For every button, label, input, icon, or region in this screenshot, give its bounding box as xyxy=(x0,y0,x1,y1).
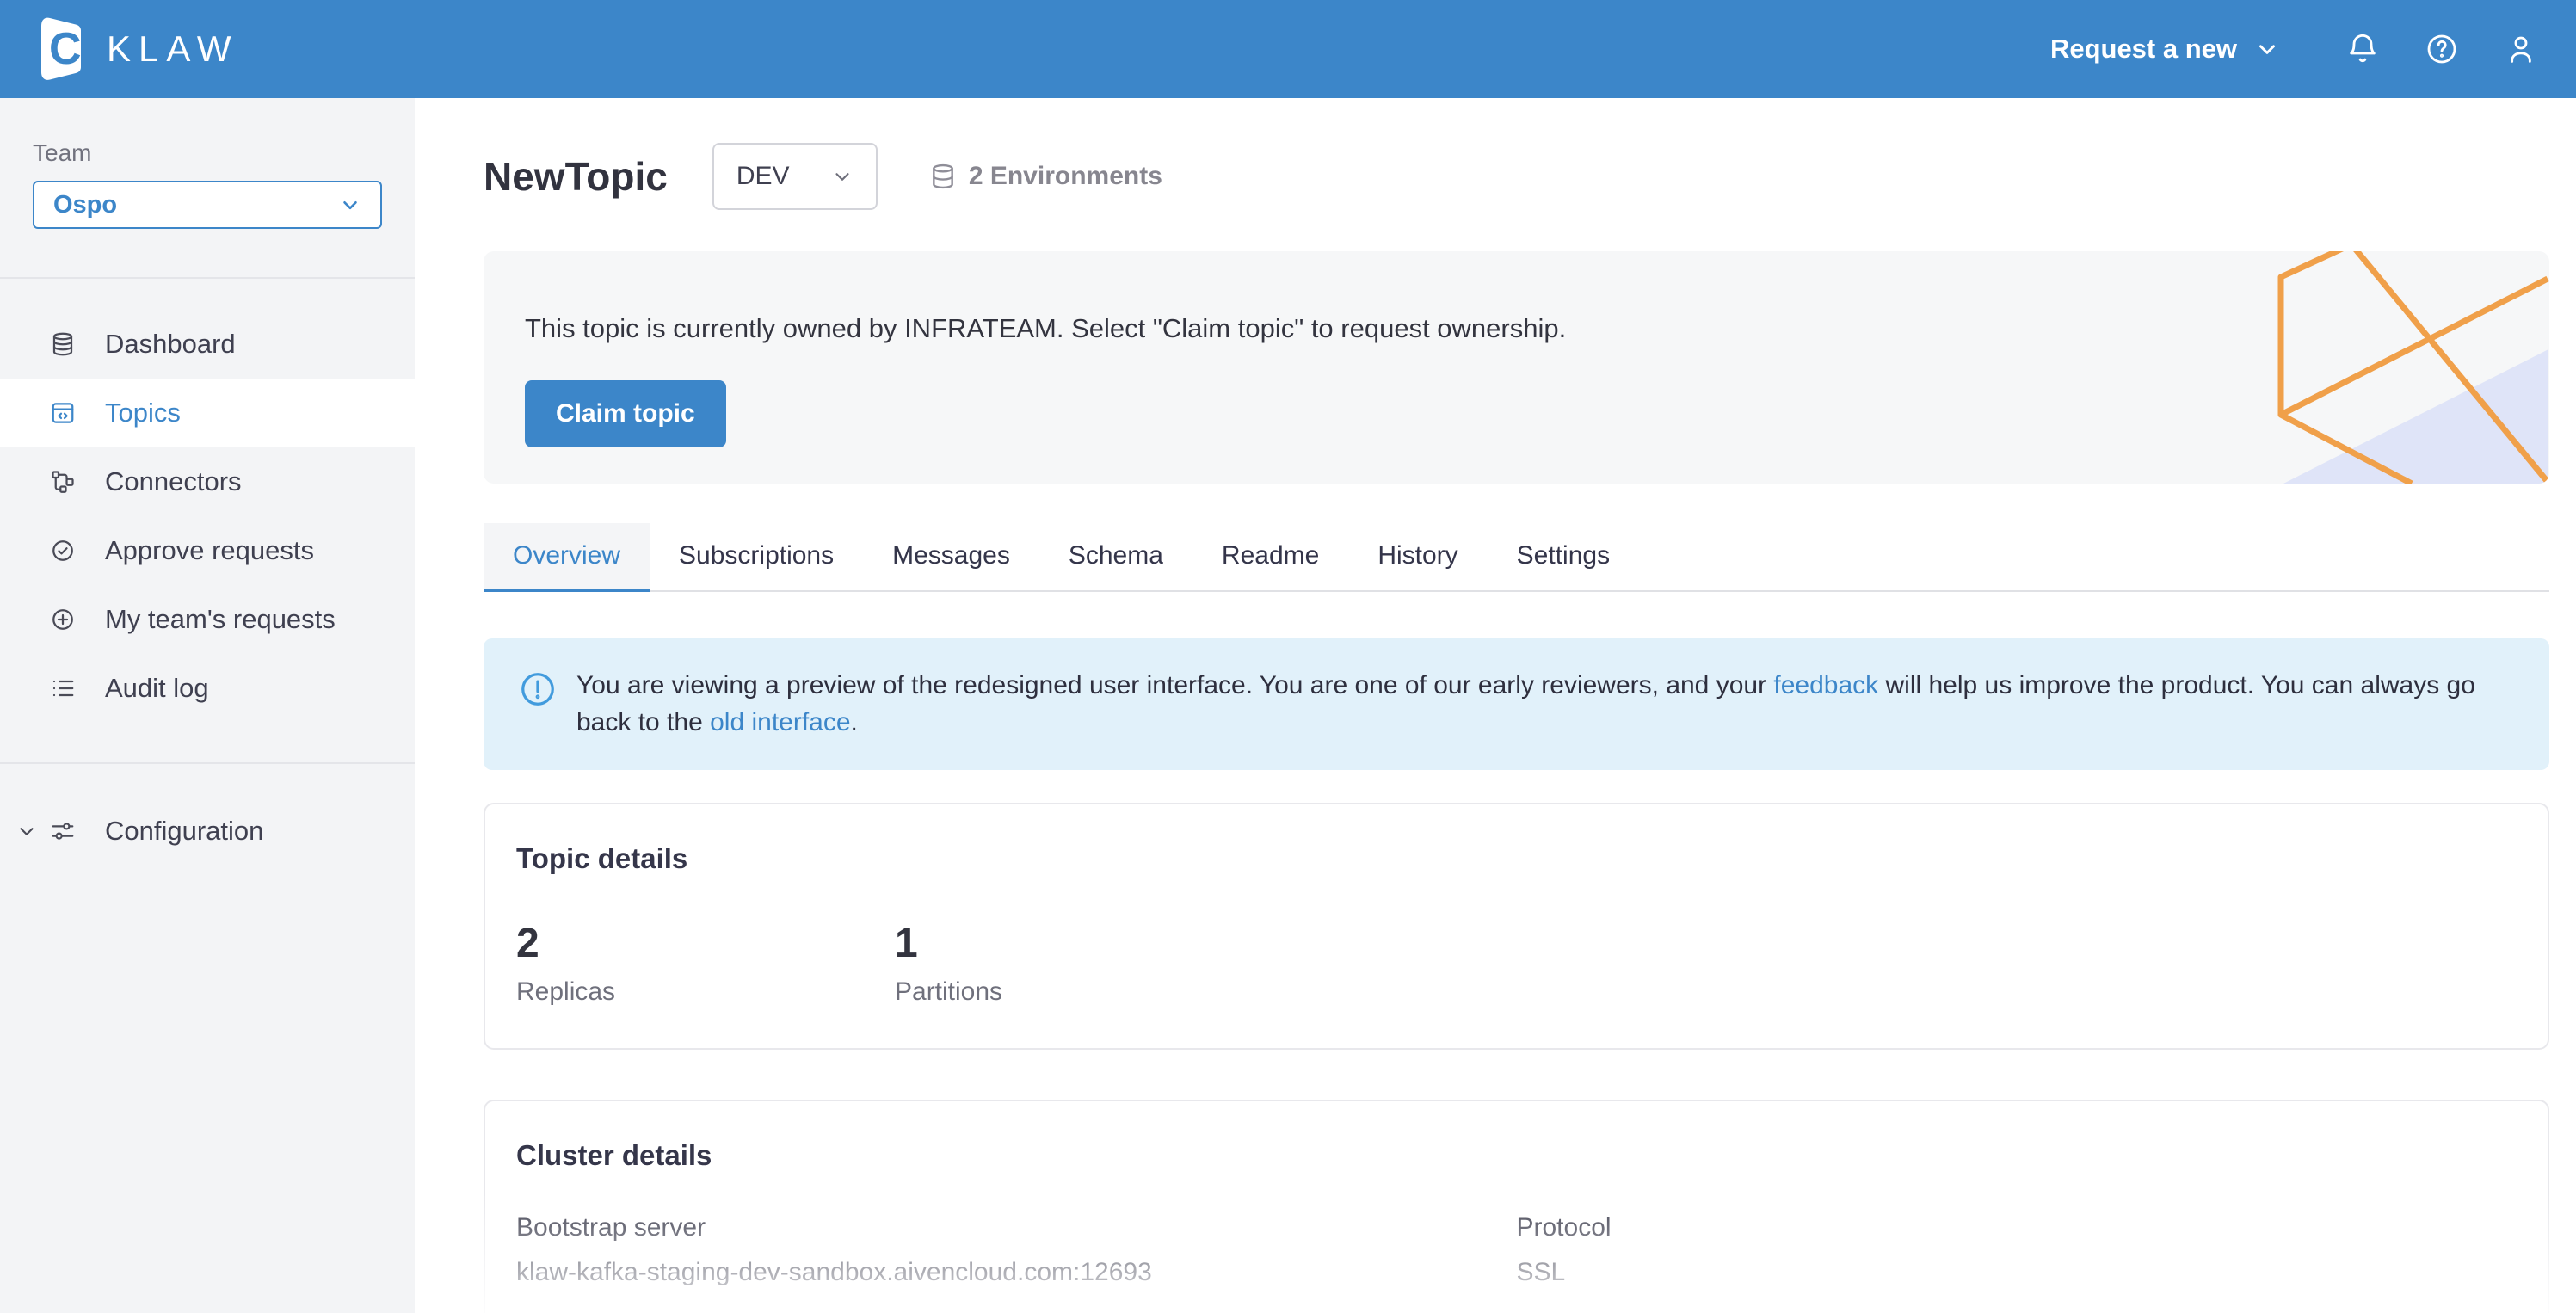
tab-messages[interactable]: Messages xyxy=(863,523,1039,592)
sidebar-item-topics[interactable]: Topics xyxy=(0,379,415,447)
sidebar-item-approve-requests[interactable]: Approve requests xyxy=(0,516,415,585)
code-browser-icon xyxy=(50,400,76,426)
request-a-new-label: Request a new xyxy=(2050,34,2237,65)
check-circle-icon xyxy=(50,538,76,564)
help-icon xyxy=(2425,32,2459,66)
environment-select[interactable]: DEV xyxy=(712,143,878,210)
info-icon xyxy=(518,669,558,709)
tab-subscriptions[interactable]: Subscriptions xyxy=(650,523,863,592)
sidebar: Team Ospo Dashboard xyxy=(0,98,415,1313)
profile-button[interactable] xyxy=(2504,32,2538,66)
stat-replicas: 2 Replicas xyxy=(516,920,895,1007)
tab-readme[interactable]: Readme xyxy=(1192,523,1348,592)
sidebar-item-label: Configuration xyxy=(105,816,263,847)
topic-details-title: Topic details xyxy=(516,842,2517,875)
topic-details-stats: 2 Replicas 1 Partitions xyxy=(516,920,2517,1007)
sidebar-item-label: Topics xyxy=(105,398,181,428)
sidebar-divider xyxy=(0,762,415,764)
sidebar-nav: Dashboard Topics xyxy=(0,279,415,723)
team-block: Team Ospo xyxy=(0,98,415,277)
sidebar-item-configuration[interactable]: Configuration xyxy=(0,797,415,866)
preview-notice-text: You are viewing a preview of the redesig… xyxy=(576,668,2515,741)
claim-topic-banner: This topic is currently owned by INFRATE… xyxy=(484,251,2549,484)
stat-value: 1 xyxy=(895,920,1273,967)
klaw-app: C KLAW Request a new xyxy=(0,0,2576,1313)
user-icon xyxy=(2504,32,2538,66)
list-icon xyxy=(50,675,76,701)
logo-text: KLAW xyxy=(107,28,238,70)
field-label: Protocol xyxy=(1517,1213,2517,1242)
klaw-logo[interactable]: C KLAW xyxy=(31,12,238,86)
topic-tabs: Overview Subscriptions Messages Schema R… xyxy=(484,523,2549,592)
help-button[interactable] xyxy=(2425,32,2459,66)
topic-header: NewTopic DEV 2 Environments xyxy=(484,143,2549,210)
field-protocol: Protocol SSL xyxy=(1517,1213,2517,1287)
cluster-details-card: Cluster details Bootstrap server klaw-ka… xyxy=(484,1100,2549,1313)
page-title: NewTopic xyxy=(484,153,668,200)
banner-decoration xyxy=(2221,251,2549,484)
stat-partitions: 1 Partitions xyxy=(895,920,1273,1007)
sidebar-item-label: My team's requests xyxy=(105,604,336,635)
team-select-value: Ospo xyxy=(53,191,117,219)
header-actions: Request a new xyxy=(2050,32,2538,66)
dataflow-icon xyxy=(50,469,76,495)
sidebar-item-connectors[interactable]: Connectors xyxy=(0,447,415,516)
stat-label: Partitions xyxy=(895,977,1273,1007)
sidebar-item-audit-log[interactable]: Audit log xyxy=(0,654,415,723)
database-icon xyxy=(929,163,957,190)
tab-settings[interactable]: Settings xyxy=(1488,523,1639,592)
topic-details-card: Topic details 2 Replicas 1 Partitions xyxy=(484,803,2549,1050)
old-interface-link[interactable]: old interface xyxy=(710,708,850,737)
chevron-down-icon xyxy=(339,194,361,216)
klaw-logo-icon: C xyxy=(31,12,88,86)
sidebar-item-my-teams-requests[interactable]: My team's requests xyxy=(0,585,415,654)
claim-topic-button[interactable]: Claim topic xyxy=(525,380,726,447)
stat-value: 2 xyxy=(516,920,895,967)
notice-text-segment: You are viewing a preview of the redesig… xyxy=(576,671,1773,700)
plus-circle-icon xyxy=(50,607,76,632)
bell-icon xyxy=(2345,32,2380,66)
notice-text-segment: . xyxy=(851,708,858,737)
tab-schema[interactable]: Schema xyxy=(1039,523,1192,592)
sidebar-item-label: Connectors xyxy=(105,466,242,497)
svg-text:C: C xyxy=(49,24,82,74)
request-a-new-button[interactable]: Request a new xyxy=(2050,34,2280,65)
feedback-link[interactable]: feedback xyxy=(1773,671,1878,700)
sidebar-item-label: Approve requests xyxy=(105,535,314,566)
field-value: klaw-kafka-staging-dev-sandbox.aivenclou… xyxy=(516,1258,1517,1287)
field-value: SSL xyxy=(1517,1258,2517,1287)
claim-banner-message: This topic is currently owned by INFRATE… xyxy=(525,313,2549,344)
database-icon xyxy=(50,331,76,357)
cluster-details-title: Cluster details xyxy=(516,1139,2517,1172)
sliders-icon xyxy=(50,818,76,844)
field-label: Bootstrap server xyxy=(516,1213,1517,1242)
cluster-details-fields: Bootstrap server klaw-kafka-staging-dev-… xyxy=(516,1213,2517,1313)
chevron-down-icon xyxy=(2254,36,2280,62)
sidebar-item-label: Dashboard xyxy=(105,329,236,360)
stat-label: Replicas xyxy=(516,977,895,1007)
environments-count-label: 2 Environments xyxy=(969,162,1162,191)
team-select[interactable]: Ospo xyxy=(33,181,382,229)
team-label: Team xyxy=(33,139,382,167)
app-header: C KLAW Request a new xyxy=(0,0,2576,98)
chevron-down-icon xyxy=(15,820,38,842)
sidebar-item-dashboard[interactable]: Dashboard xyxy=(0,310,415,379)
chevron-down-icon xyxy=(831,165,854,188)
sidebar-item-label: Audit log xyxy=(105,673,209,704)
tab-overview[interactable]: Overview xyxy=(484,523,650,592)
notifications-button[interactable] xyxy=(2345,32,2380,66)
main-content: NewTopic DEV 2 Environments xyxy=(415,98,2576,1313)
field-bootstrap-server: Bootstrap server klaw-kafka-staging-dev-… xyxy=(516,1213,1517,1287)
environments-summary: 2 Environments xyxy=(929,162,1162,191)
tab-history[interactable]: History xyxy=(1348,523,1487,592)
preview-notice-banner: You are viewing a preview of the redesig… xyxy=(484,638,2549,770)
environment-select-value: DEV xyxy=(736,162,790,191)
